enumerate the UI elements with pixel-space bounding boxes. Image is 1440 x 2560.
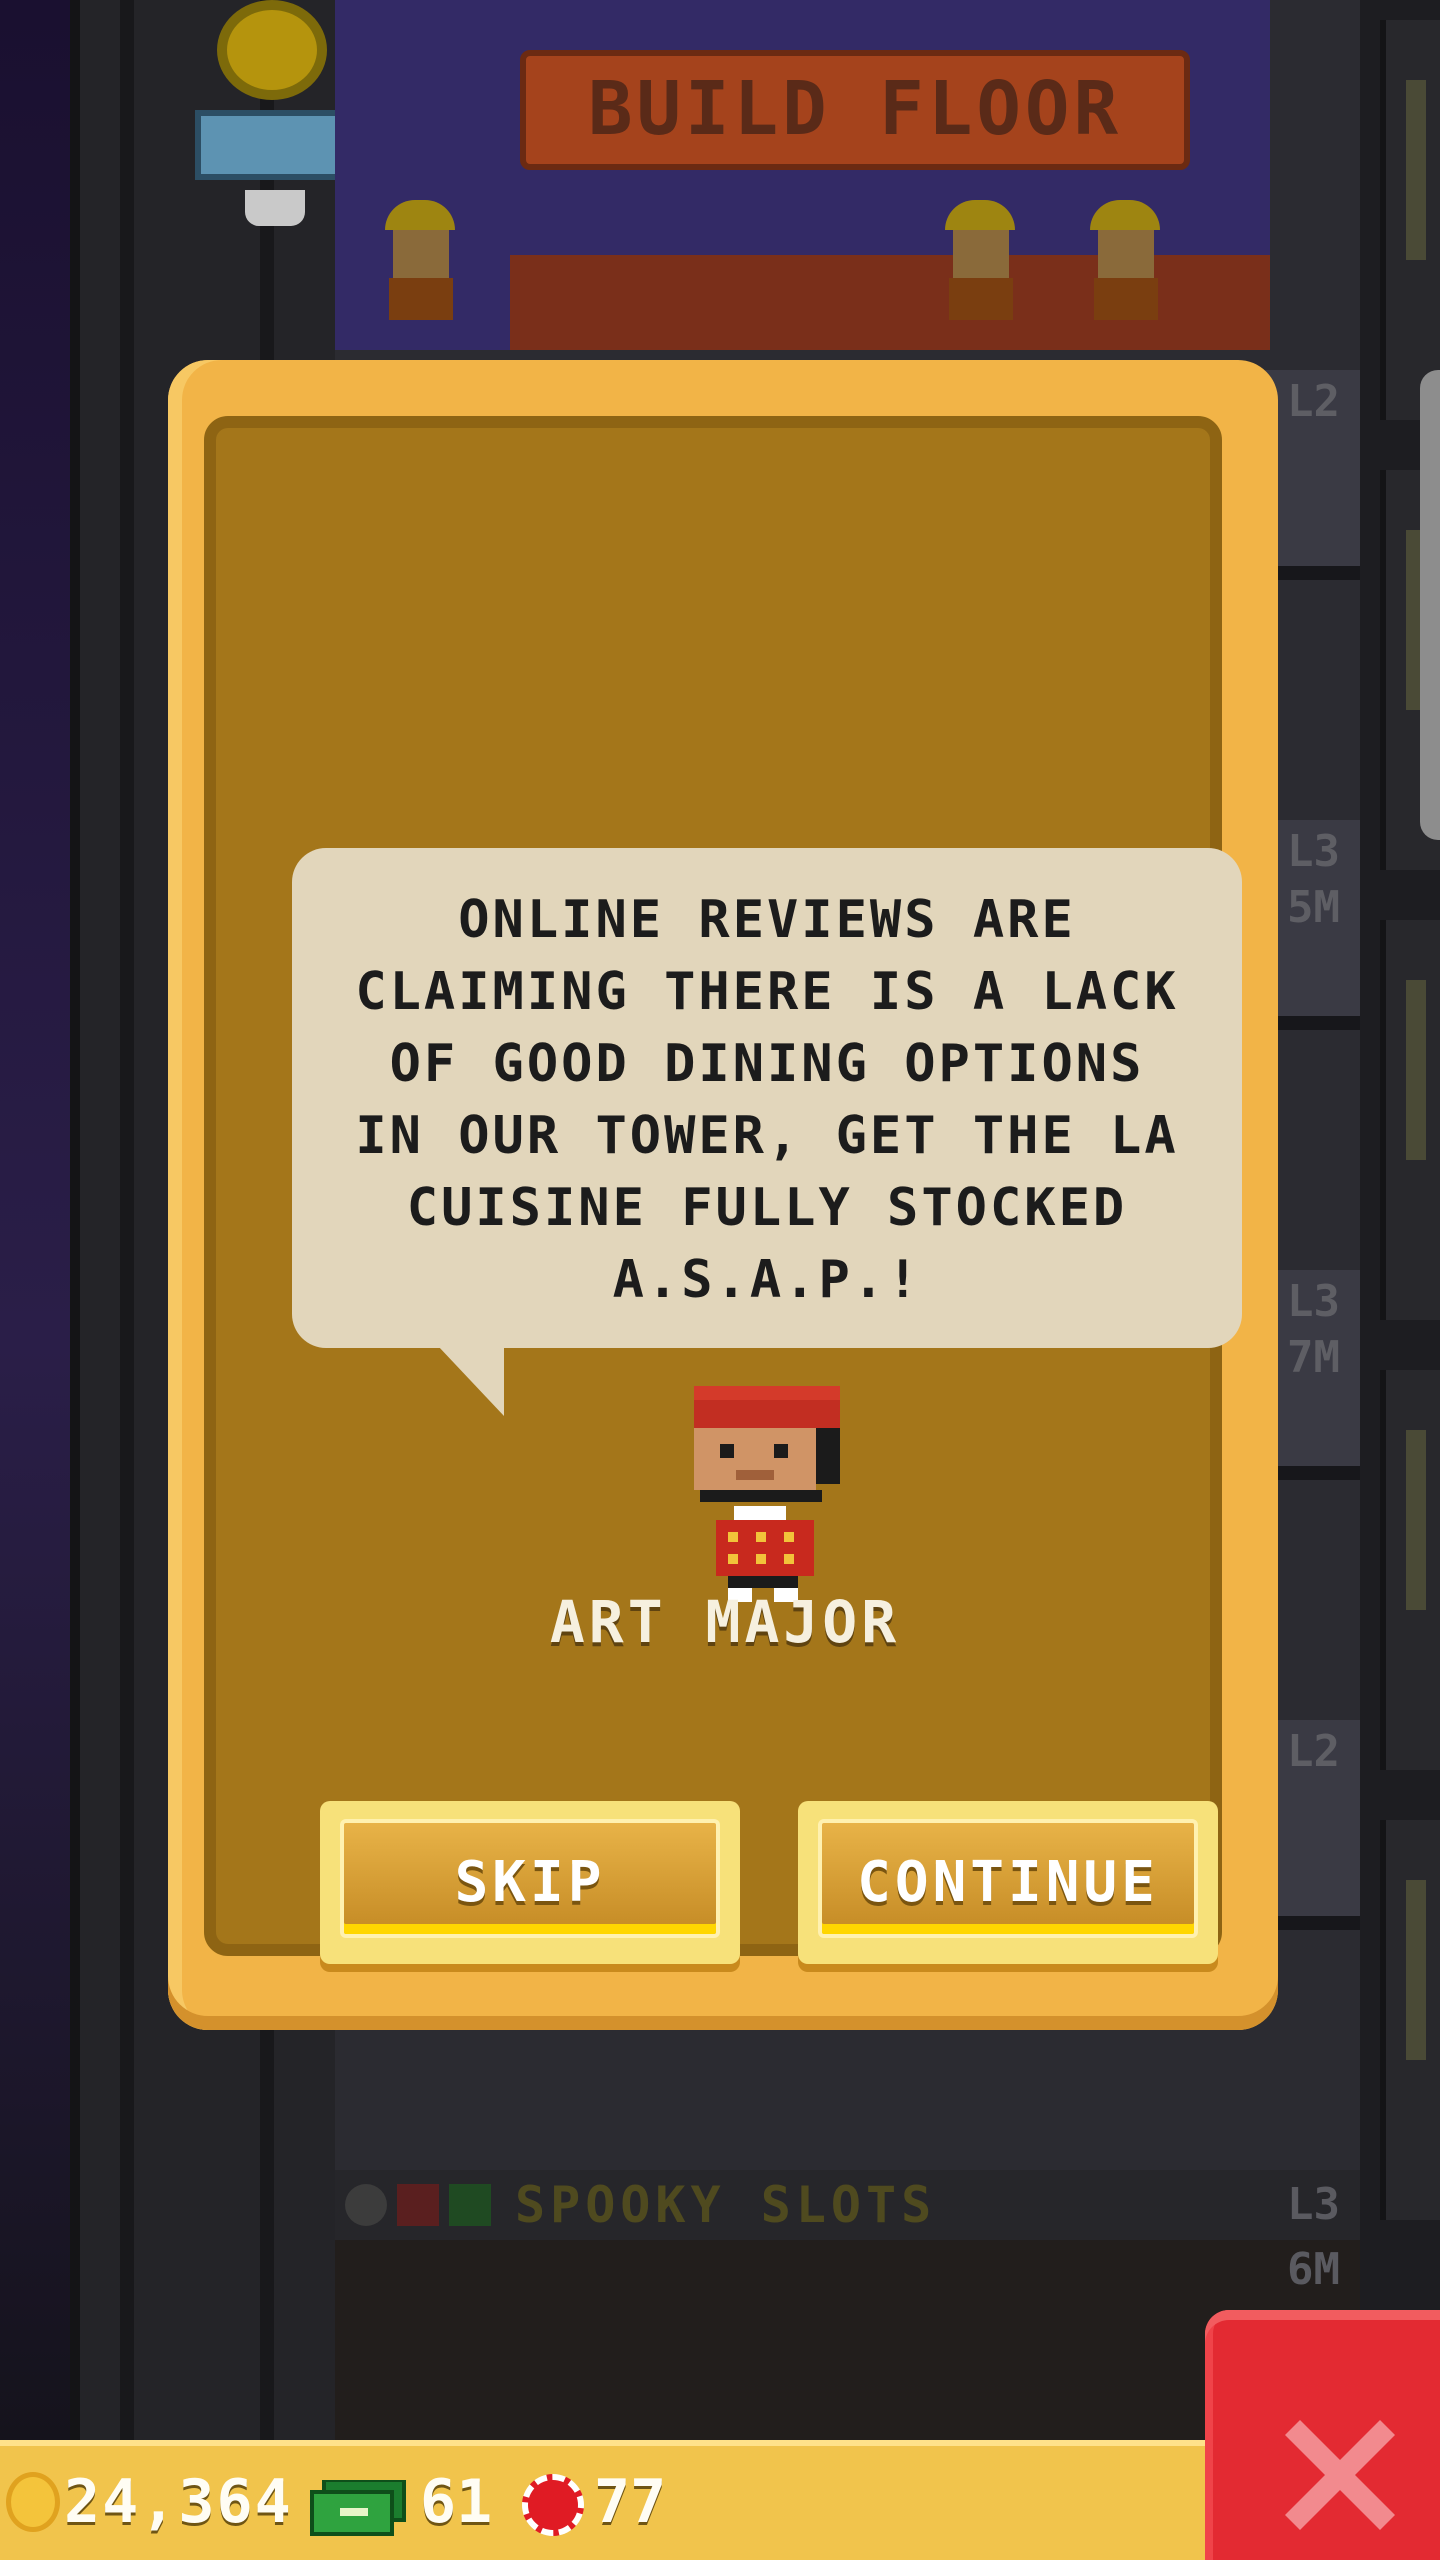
panel-slot xyxy=(1380,20,1440,420)
bitizen-avatar xyxy=(694,1386,844,1606)
floor-price: 7M xyxy=(1287,1332,1340,1383)
continue-button[interactable]: CONTINUE xyxy=(798,1801,1218,1964)
floor-price: 5M xyxy=(1287,882,1340,933)
cash-icon xyxy=(310,2480,406,2536)
panel-slot xyxy=(1380,920,1440,1320)
panel-slot xyxy=(1380,1370,1440,1770)
speech-bubble: ONLINE REVIEWS ARE CLAIMING THERE IS A L… xyxy=(292,848,1242,1348)
continue-button-label: CONTINUE xyxy=(857,1850,1159,1915)
close-icon xyxy=(1285,2420,1395,2530)
shaft-rail xyxy=(120,0,134,2440)
close-button[interactable] xyxy=(1205,2310,1440,2560)
floor-level: L3 xyxy=(1287,2179,1340,2230)
elevator-body xyxy=(195,110,355,180)
skip-button[interactable]: SKIP xyxy=(320,1801,740,1964)
floor-level: L3 xyxy=(1287,1276,1340,1327)
floor-level: L3 xyxy=(1287,826,1340,877)
panel-slot xyxy=(1380,1820,1440,2220)
elevator-light xyxy=(245,190,305,226)
floor-name: SPOOKY SLOTS xyxy=(515,2176,937,2234)
worker-sprite xyxy=(1080,200,1170,320)
side-drawer-tab[interactable] xyxy=(1420,370,1440,840)
character-name: ART MAJOR xyxy=(549,1588,901,1656)
check-mark-icon xyxy=(449,2184,491,2226)
skip-button-label: SKIP xyxy=(454,1850,606,1915)
elevator-wheel-icon xyxy=(217,0,327,100)
worker-sprite xyxy=(375,200,465,320)
build-floor-sign[interactable]: BUILD FLOOR xyxy=(520,50,1190,170)
worker-sprite xyxy=(935,200,1025,320)
city-skyline xyxy=(0,0,70,2440)
floor-level: L2 xyxy=(1287,1726,1340,1777)
x-mark-icon xyxy=(397,2184,439,2226)
game-screen: L2 L3 5M L3 7M L2 BUILD FLOOR SPOOKY SLO… xyxy=(0,0,1440,2560)
clock-icon xyxy=(345,2184,387,2226)
spooky-slots-floor-header[interactable]: SPOOKY SLOTS L3 xyxy=(335,2170,1360,2240)
cash-count: 61 xyxy=(420,2467,493,2537)
coin-icon xyxy=(6,2472,60,2532)
chips-count: 77 xyxy=(594,2467,667,2537)
floor-level: L2 xyxy=(1287,376,1340,427)
floor-price: 6M xyxy=(1287,2244,1340,2295)
mission-message: ONLINE REVIEWS ARE CLAIMING THERE IS A L… xyxy=(355,890,1179,1310)
chip-icon xyxy=(522,2474,584,2536)
right-panel xyxy=(1360,0,1440,2440)
speech-bubble-tail xyxy=(438,1346,504,1416)
dialog-panel: ONLINE REVIEWS ARE CLAIMING THERE IS A L… xyxy=(204,416,1242,1964)
mission-dialog: ONLINE REVIEWS ARE CLAIMING THERE IS A L… xyxy=(168,360,1278,2030)
coins-count: 24,364 xyxy=(64,2467,293,2537)
